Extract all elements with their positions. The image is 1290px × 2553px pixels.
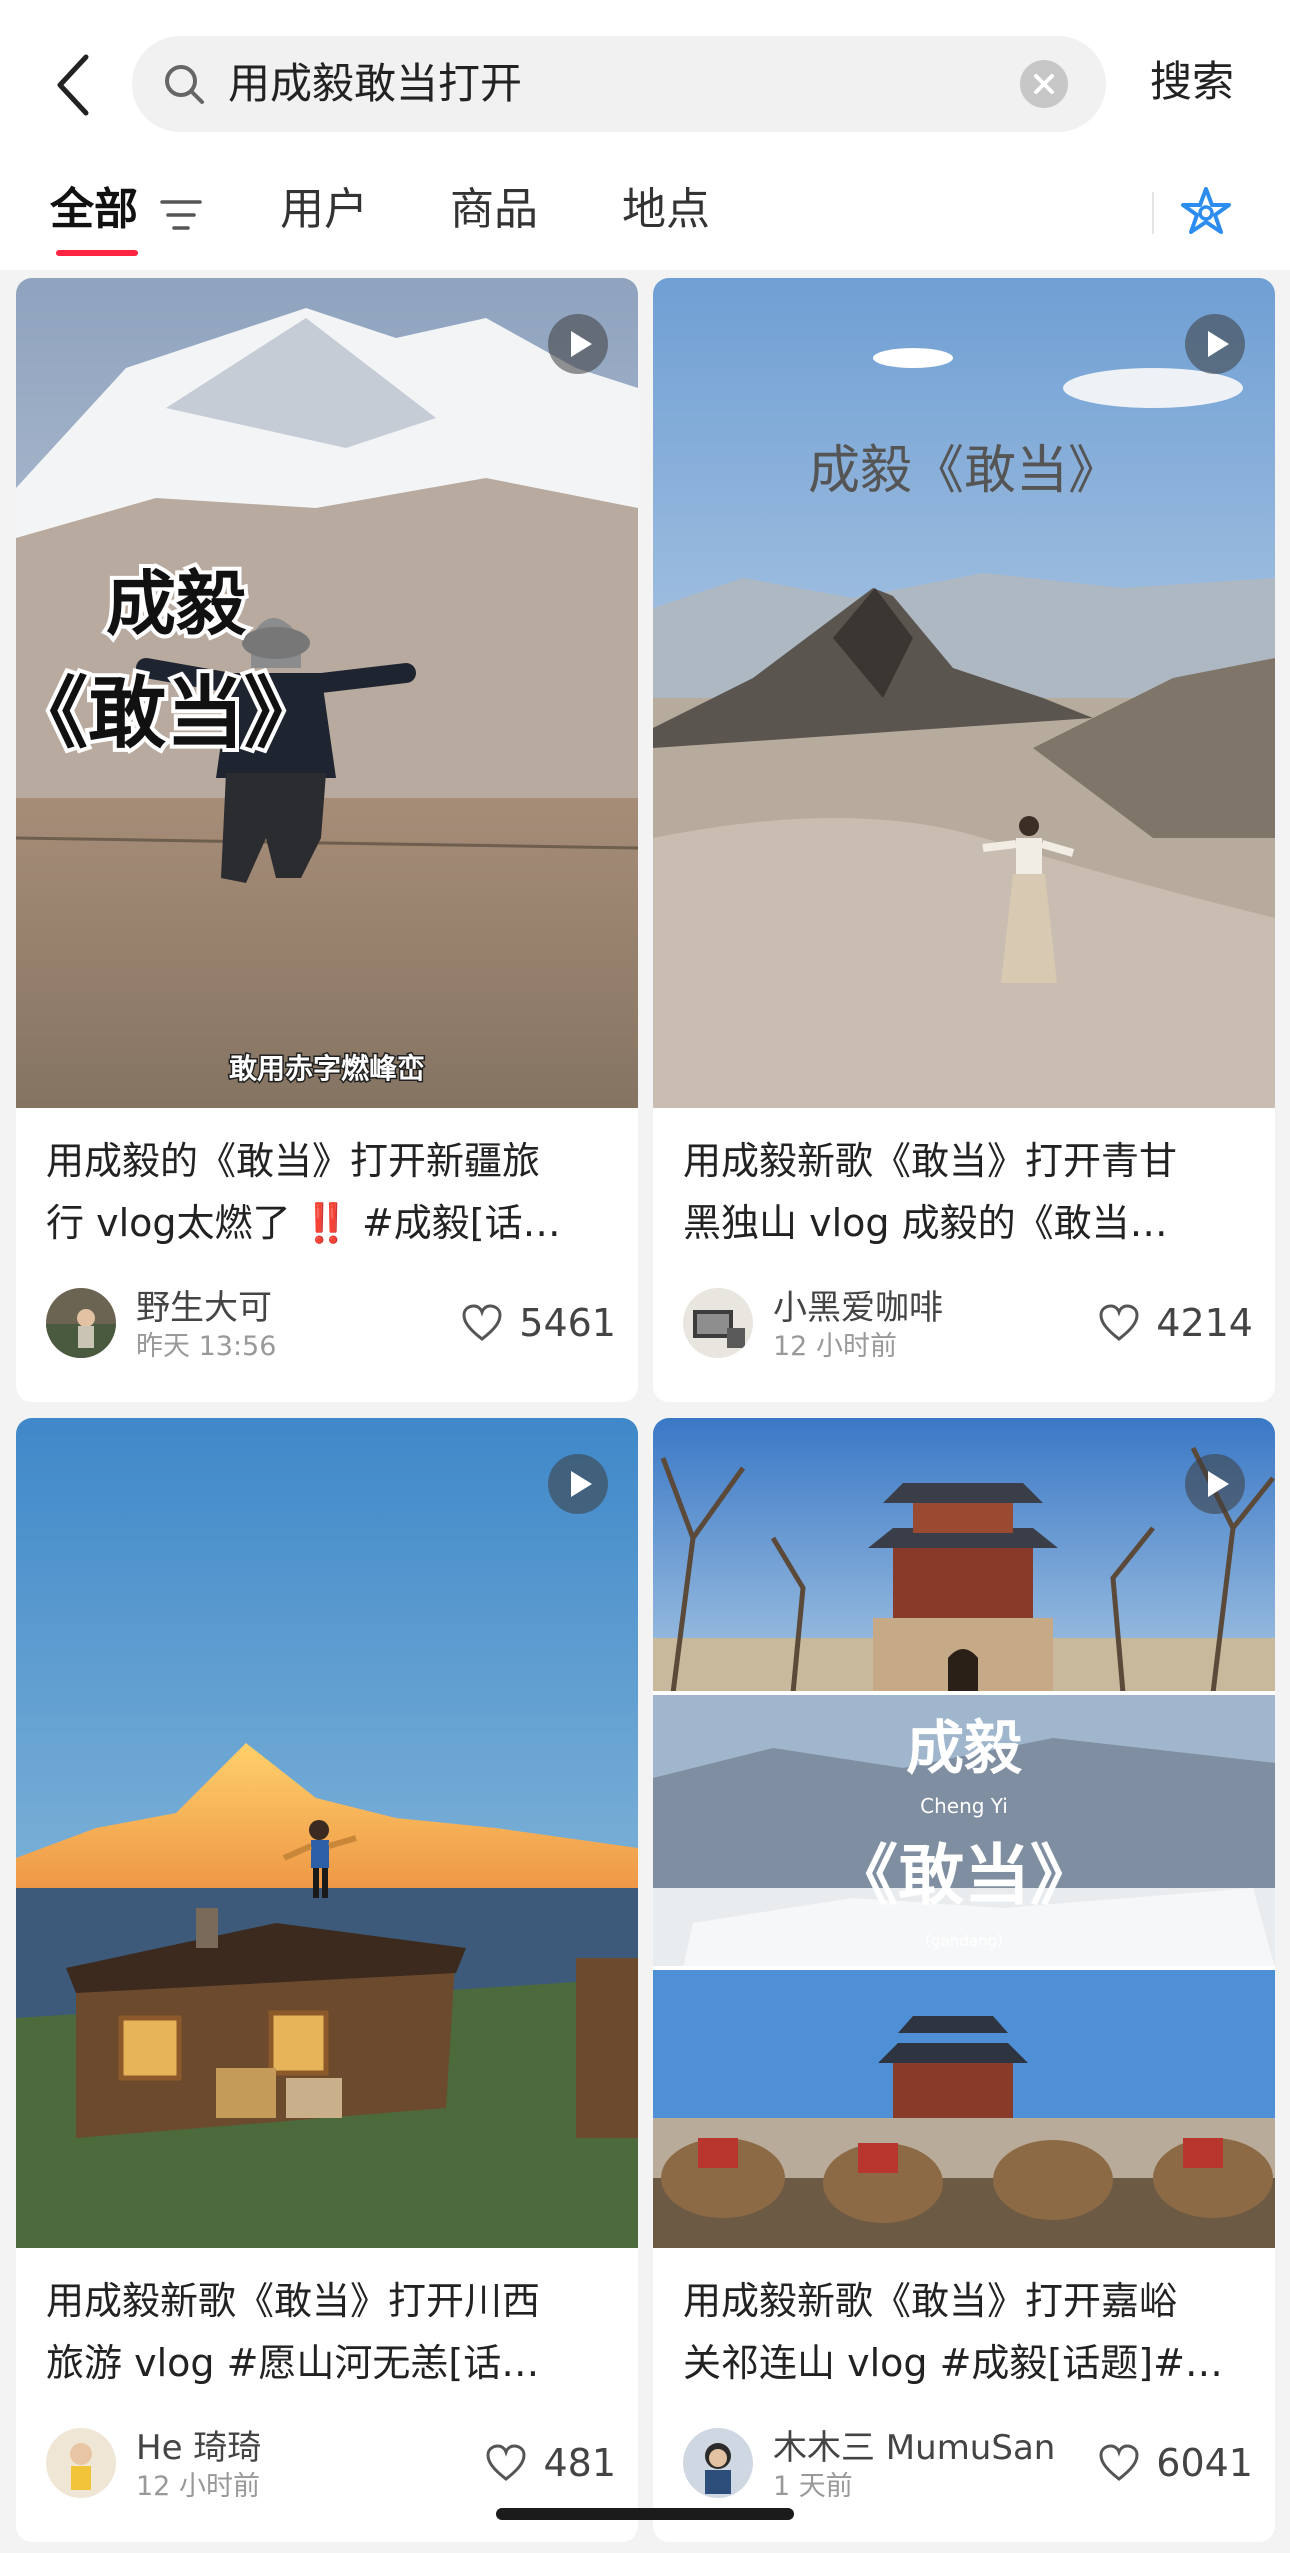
- card-title: 用成毅的《敢当》打开新疆旅 行 vlog太燃了 ‼️ #成毅[话…: [46, 1130, 616, 1254]
- like-button[interactable]: 4214: [1099, 1298, 1253, 1348]
- card-title-line: 行 vlog太燃了 ‼️ #成毅[话…: [46, 1201, 561, 1245]
- like-count: 5461: [519, 1301, 616, 1345]
- overlay-subtitle: 《敢当》: [16, 669, 322, 759]
- search-icon: [165, 65, 204, 104]
- card-meta: 小黑爱咖啡 12 小时前 4214: [683, 1286, 1253, 1362]
- sparkle-icon[interactable]: [1180, 186, 1232, 240]
- video-badge: [1185, 314, 1245, 374]
- home-indicator: [496, 2508, 794, 2520]
- like-button[interactable]: 5461: [462, 1298, 616, 1348]
- tab-places[interactable]: 地点: [622, 180, 710, 240]
- note-card[interactable]: 用成毅新歌《敢当》打开川西 旅游 vlog #愿山河无恙[话… He 琦琦 12…: [16, 1418, 638, 2542]
- card-thumbnail: 成毅 《敢当》 敢用赤字燃峰峦: [16, 278, 638, 1108]
- heart-icon: [462, 1304, 502, 1341]
- top-bar: 用成毅敢当打开 搜索: [0, 0, 1290, 150]
- card-thumbnail: 成毅《敢当》: [653, 278, 1275, 1108]
- note-card[interactable]: 成毅 Cheng Yi 《敢当》 （gandang） 用成毅新歌《敢当》打开嘉峪…: [653, 1418, 1275, 2542]
- author-name[interactable]: He 琦琦: [136, 2426, 261, 2470]
- card-title-line: 用成毅新歌《敢当》打开川西: [46, 2279, 541, 2323]
- clear-search-button[interactable]: [1020, 60, 1068, 108]
- video-badge: [1185, 1454, 1245, 1514]
- author-name[interactable]: 木木三 MumuSan: [773, 2426, 1055, 2470]
- card-title-line: 用成毅新歌《敢当》打开嘉峪: [683, 2279, 1178, 2323]
- chevron-left-icon: [57, 54, 89, 116]
- card-title-line: 旅游 vlog #愿山河无恙[话…: [46, 2341, 540, 2385]
- note-card[interactable]: 成毅 《敢当》 敢用赤字燃峰峦 用成毅的《敢当》打开新疆旅 行 vlog太燃了 …: [16, 278, 638, 1402]
- card-title: 用成毅新歌《敢当》打开川西 旅游 vlog #愿山河无恙[话…: [46, 2270, 616, 2394]
- tab-users[interactable]: 用户: [280, 180, 368, 240]
- play-icon: [1208, 331, 1229, 357]
- author-name[interactable]: 小黑爱咖啡: [773, 1286, 943, 1330]
- card-meta: 野生大可 昨天 13:56 5461: [46, 1286, 616, 1362]
- avatar[interactable]: [46, 1288, 116, 1358]
- post-time: 1 天前: [773, 2471, 853, 2502]
- clear-icon: [1034, 74, 1054, 94]
- avatar[interactable]: [46, 2428, 116, 2498]
- post-time: 12 小时前: [136, 2471, 260, 2502]
- card-title-line: 用成毅新歌《敢当》打开青甘: [683, 1139, 1178, 1183]
- card-thumbnail: 成毅 Cheng Yi 《敢当》 （gandang）: [653, 1418, 1275, 2248]
- overlay-title: 成毅: [906, 1714, 1023, 1782]
- card-title-line: 黑独山 vlog 成毅的《敢当…: [683, 1201, 1168, 1245]
- back-button[interactable]: [48, 45, 98, 125]
- overlay-heading: 《敢当》: [832, 1837, 1096, 1914]
- card-title: 用成毅新歌《敢当》打开嘉峪 关祁连山 vlog #成毅[话题]#…: [683, 2270, 1253, 2394]
- active-tab-indicator: [56, 250, 138, 256]
- like-count: 481: [543, 2441, 616, 2485]
- card-meta: He 琦琦 12 小时前 481: [46, 2426, 616, 2502]
- like-count: 4214: [1156, 1301, 1253, 1345]
- play-icon: [571, 1471, 592, 1497]
- search-query: 用成毅敢当打开: [228, 59, 523, 108]
- avatar[interactable]: [683, 1288, 753, 1358]
- card-thumbnail: [16, 1418, 638, 2248]
- card-title-line: 关祁连山 vlog #成毅[话题]#…: [683, 2341, 1223, 2385]
- avatar[interactable]: [683, 2428, 753, 2498]
- search-input[interactable]: 用成毅敢当打开: [132, 36, 1106, 132]
- card-title: 用成毅新歌《敢当》打开青甘 黑独山 vlog 成毅的《敢当…: [683, 1130, 1253, 1254]
- video-badge: [548, 314, 608, 374]
- result-tabs: 全部 用户 商品 地点: [0, 150, 1290, 270]
- post-time: 昨天 13:56: [136, 1331, 277, 1362]
- card-title-line: 用成毅的《敢当》打开新疆旅: [46, 1139, 541, 1183]
- heart-icon: [486, 2444, 526, 2481]
- heart-icon: [1099, 2444, 1139, 2481]
- tab-all[interactable]: 全部: [50, 180, 138, 240]
- overlay-subtitle: Cheng Yi: [920, 1794, 1008, 1818]
- overlay-caption: 敢用赤字燃峰峦: [229, 1052, 425, 1085]
- search-submit-button[interactable]: 搜索: [1150, 50, 1234, 114]
- note-card[interactable]: 成毅《敢当》 用成毅新歌《敢当》打开青甘 黑独山 vlog 成毅的《敢当… 小黑…: [653, 278, 1275, 1402]
- video-badge: [548, 1454, 608, 1514]
- like-button[interactable]: 6041: [1099, 2438, 1253, 2488]
- tab-products[interactable]: 商品: [450, 180, 538, 240]
- heart-icon: [1099, 1304, 1139, 1341]
- play-icon: [571, 331, 592, 357]
- card-meta: 木木三 MumuSan 1 天前 6041: [683, 2426, 1253, 2502]
- overlay-title: 成毅《敢当》: [808, 441, 1120, 501]
- like-button[interactable]: 481: [486, 2438, 616, 2488]
- tab-divider: [1152, 192, 1154, 234]
- filter-icon[interactable]: [160, 198, 202, 232]
- play-icon: [1208, 1471, 1229, 1497]
- overlay-title: 成毅: [106, 563, 247, 645]
- overlay-caption: （gandang）: [916, 1932, 1012, 1950]
- like-count: 6041: [1156, 2441, 1253, 2485]
- post-time: 12 小时前: [773, 1331, 897, 1362]
- author-name[interactable]: 野生大可: [136, 1286, 272, 1330]
